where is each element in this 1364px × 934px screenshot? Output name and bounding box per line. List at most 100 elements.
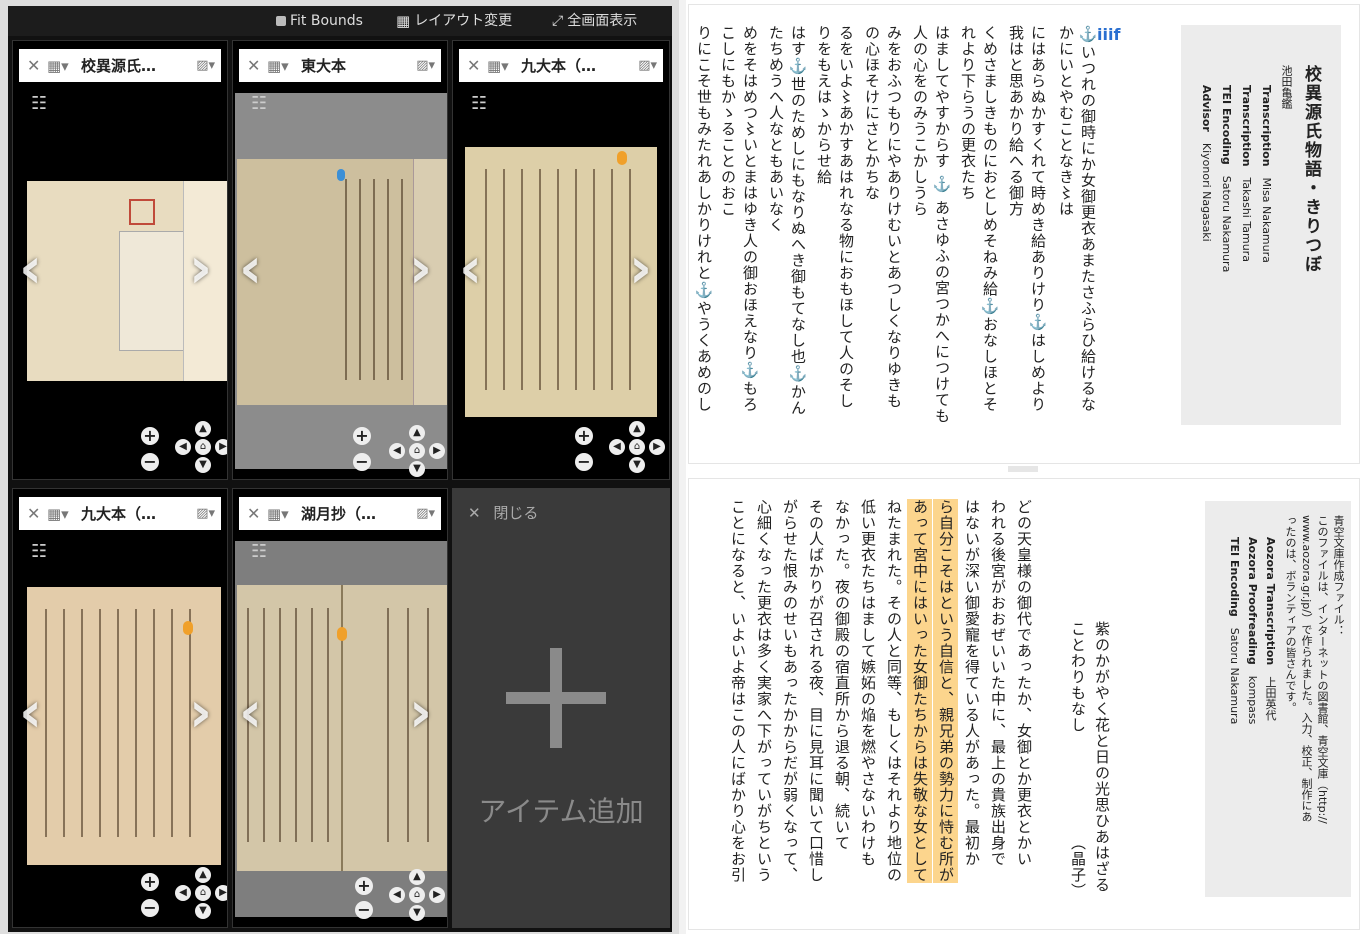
zoom-in-icon[interactable]: + <box>141 427 159 445</box>
next-page-icon[interactable]: › <box>189 241 212 297</box>
image-menu-icon[interactable]: ▨▾ <box>185 58 221 73</box>
text-line: るをいよ〻あかすあはれなる物におもほして人のそし <box>837 25 855 409</box>
pan-up-icon[interactable]: ▲ <box>195 867 211 883</box>
layout-menu-icon[interactable]: ▦▾ <box>267 57 301 75</box>
close-icon[interactable]: ✕ <box>467 56 487 75</box>
layout-menu-icon[interactable]: ▦▾ <box>47 505 81 523</box>
plus-icon[interactable] <box>506 648 606 748</box>
image-adjust-icon[interactable]: ☷ <box>471 95 487 113</box>
next-page-icon[interactable]: › <box>189 685 212 741</box>
home-icon[interactable]: ⌂ <box>195 885 211 901</box>
pan-down-icon[interactable]: ▼ <box>195 457 211 473</box>
add-item-slot[interactable]: ✕ 閉じる アイテム追加 <box>452 488 670 928</box>
fit-bounds-button[interactable]: Fit Bounds <box>276 6 363 36</box>
credit-person: 上田英代 <box>1264 676 1277 721</box>
epigraph: 紫のかがやく花と日の光思ひあはざる <box>1093 621 1111 893</box>
image-menu-icon[interactable]: ▨▾ <box>627 58 663 73</box>
zoom-in-icon[interactable]: + <box>353 427 371 445</box>
pan-up-icon[interactable]: ▲ <box>409 425 425 441</box>
zoom-out-icon[interactable]: − <box>355 901 373 919</box>
previous-page-icon[interactable]: ‹ <box>239 241 262 297</box>
close-icon[interactable]: ✕ <box>247 504 267 523</box>
previous-page-icon[interactable]: ‹ <box>19 685 42 741</box>
slot-title: 東大本 <box>301 57 347 75</box>
pan-right-icon[interactable]: ▶ <box>649 439 665 455</box>
text-line: はましてやすからす ⚓ あさゆふの宮つかへにつけても <box>933 25 951 424</box>
credit-role: Aozora Transcription <box>1264 537 1277 666</box>
pan-down-icon[interactable]: ▼ <box>629 457 645 473</box>
next-page-icon[interactable]: › <box>409 241 432 297</box>
image-menu-icon[interactable]: ▨▾ <box>405 506 441 521</box>
pan-up-icon[interactable]: ▲ <box>195 421 211 437</box>
image-menu-icon[interactable]: ▨▾ <box>185 506 221 521</box>
image-adjust-icon[interactable]: ☷ <box>251 95 267 113</box>
pane-resize-handle[interactable] <box>1008 466 1038 472</box>
viewer-slot: ✕ ▦▾ 九大本（… ▨▾ ☷ ‹ › + − ▲ ◀ ⌂ ▶ ▼ <box>12 488 228 928</box>
fullscreen-button[interactable]: ⤢ 全画面表示 <box>552 6 637 36</box>
slot-header: ✕ ▦▾ 九大本（… ▨▾ <box>459 49 663 82</box>
pan-up-icon[interactable]: ▲ <box>409 869 425 885</box>
image-adjust-icon[interactable]: ☷ <box>31 543 47 561</box>
home-icon[interactable]: ⌂ <box>629 439 645 455</box>
map-pin-icon[interactable] <box>337 627 347 641</box>
map-pin-icon[interactable] <box>337 169 345 181</box>
pan-down-icon[interactable]: ▼ <box>409 461 425 477</box>
close-icon[interactable]: ✕ <box>27 56 47 75</box>
text-line: りをもえはゝからせ給 <box>815 25 833 185</box>
zoom-in-icon[interactable]: + <box>575 427 593 445</box>
previous-page-icon[interactable]: ‹ <box>19 241 42 297</box>
fullscreen-label: 全画面表示 <box>567 13 638 29</box>
close-icon[interactable]: ✕ <box>247 56 267 75</box>
home-icon[interactable]: ⌂ <box>195 439 211 455</box>
zoom-in-icon[interactable]: + <box>355 877 373 895</box>
map-pin-icon[interactable] <box>183 621 193 635</box>
map-pin-icon[interactable] <box>617 151 627 165</box>
close-icon[interactable]: ✕ <box>27 504 47 523</box>
pan-right-icon[interactable]: ▶ <box>429 887 445 903</box>
credit-role: Transcription <box>1240 85 1253 167</box>
slot-header: ✕ ▦▾ 校異源氏… ▨▾ <box>19 49 221 82</box>
pan-down-icon[interactable]: ▼ <box>409 905 425 921</box>
pan-left-icon[interactable]: ◀ <box>175 439 191 455</box>
text-line: 我はと思あかり給へる御方 <box>1007 25 1025 217</box>
pan-left-icon[interactable]: ◀ <box>175 885 191 901</box>
text-line: たちめうへ人なともあいなく <box>767 25 785 233</box>
zoom-out-icon[interactable]: − <box>575 453 593 471</box>
credit-person: Takashi Tamura <box>1240 177 1253 262</box>
slot-header: ✕ ▦▾ 九大本（… ▨▾ <box>19 497 221 530</box>
layout-menu-icon[interactable]: ▦▾ <box>47 57 81 75</box>
close-slot-button[interactable]: ✕ 閉じる <box>468 502 538 523</box>
pan-left-icon[interactable]: ◀ <box>389 443 405 459</box>
previous-page-icon[interactable]: ‹ <box>459 241 482 297</box>
iiif-logo-icon[interactable]: iiif <box>1097 25 1120 44</box>
zoom-out-icon[interactable]: − <box>141 899 159 917</box>
home-icon[interactable]: ⌂ <box>409 443 425 459</box>
image-adjust-icon[interactable]: ☷ <box>31 95 47 113</box>
image-menu-icon[interactable]: ▨▾ <box>405 58 441 73</box>
text-line: 心細くなった更衣は多く実家へ下がっていがちという <box>755 499 773 883</box>
viewer-toolbar: Fit Bounds ▦ レイアウト変更 ⤢ 全画面表示 <box>8 6 672 36</box>
layout-menu-icon[interactable]: ▦▾ <box>487 57 521 75</box>
pan-right-icon[interactable]: ▶ <box>429 443 445 459</box>
pan-left-icon[interactable]: ◀ <box>389 887 405 903</box>
credit-box: 校異源氏物語・きりつぼ 池田亀鑑 Transcription Misa Naka… <box>1181 25 1341 425</box>
zoom-out-icon[interactable]: − <box>141 453 159 471</box>
pan-left-icon[interactable]: ◀ <box>609 439 625 455</box>
pan-up-icon[interactable]: ▲ <box>629 421 645 437</box>
next-page-icon[interactable]: › <box>409 685 432 741</box>
highlighted-text-line: ら自分こそはという自信と、親兄弟の勢力に恃む所が <box>933 499 958 883</box>
next-page-icon[interactable]: › <box>629 241 652 297</box>
layout-menu-icon[interactable]: ▦▾ <box>267 505 301 523</box>
text-line: われる後宮がおおぜいいた中に、最上の貴族出身で <box>989 499 1007 867</box>
pan-right-icon[interactable]: ▶ <box>215 885 227 901</box>
zoom-out-icon[interactable]: − <box>353 453 371 471</box>
image-adjust-icon[interactable]: ☷ <box>251 543 267 561</box>
home-icon[interactable]: ⌂ <box>409 887 425 903</box>
credit-role: Advisor <box>1200 85 1213 132</box>
pan-down-icon[interactable]: ▼ <box>195 903 211 919</box>
previous-page-icon[interactable]: ‹ <box>239 685 262 741</box>
pan-right-icon[interactable]: ▶ <box>215 439 227 455</box>
layout-change-button[interactable]: ▦ レイアウト変更 <box>396 6 512 36</box>
zoom-in-icon[interactable]: + <box>141 873 159 891</box>
pane-divider[interactable] <box>678 0 686 934</box>
